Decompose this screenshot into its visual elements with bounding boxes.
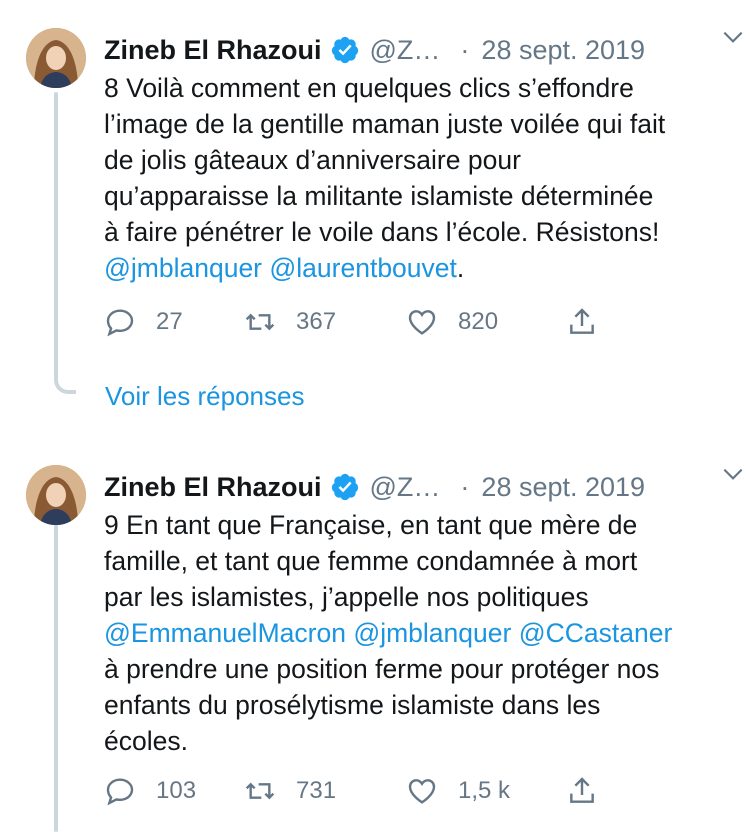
mention-link[interactable]: @CCastaner: [519, 618, 673, 648]
thread-connector-line: [54, 92, 58, 370]
author-name[interactable]: Zineb El Rhazoui: [104, 30, 322, 70]
mention-link[interactable]: @laurentbouvet: [269, 253, 457, 283]
reply-icon: [106, 309, 134, 337]
mention-link[interactable]: @jmblanquer: [353, 618, 511, 648]
tweet-actions: 27 367 820: [104, 302, 624, 342]
verified-badge-icon: [330, 472, 360, 502]
tweet-text-line: @EmmanuelMacron @jmblanquer @CCastaner: [104, 615, 724, 651]
tweet-text-segment: famille, et tant que femme condamnée à m…: [104, 546, 638, 576]
reply-count: 103: [156, 777, 197, 804]
retweet-button[interactable]: 367: [244, 302, 336, 342]
tweet-text-segment: 8 Voilà comment en quelques clics s’effo…: [104, 73, 634, 103]
like-button[interactable]: 1,5 k: [406, 771, 510, 811]
reply-count: 27: [156, 308, 183, 335]
tweet-text-segment: .: [456, 253, 465, 283]
reply-button[interactable]: 103: [104, 771, 196, 811]
like-count: 820: [458, 308, 499, 335]
thread-connector-line-lower: [54, 522, 58, 832]
thread-connector-curve: [54, 360, 76, 394]
tweet-text-segment: par les islamistes, j’appelle nos politi…: [104, 582, 589, 612]
tweet-text-line: à prendre une position ferme pour protég…: [104, 651, 724, 687]
tweet-text-line: qu’apparaisse la militante islamiste dét…: [104, 178, 724, 214]
chevron-down-icon[interactable]: [720, 24, 746, 50]
tweet-text-line: famille, et tant que femme condamnée à m…: [104, 543, 724, 579]
like-icon: [408, 310, 436, 335]
author-handle[interactable]: @Z…: [370, 30, 441, 70]
tweet-text: 9 En tant que Française, en tant que mèr…: [104, 507, 724, 759]
tweet-text-segment: enfants du prosélytisme islamiste dans l…: [104, 690, 601, 720]
tweet-text-line: enfants du prosélytisme islamiste dans l…: [104, 687, 724, 723]
retweet-button[interactable]: 731: [244, 771, 336, 811]
tweet-header: Zineb El Rhazoui @Z… · 28 sept. 2019: [104, 467, 724, 507]
tweet-text: 8 Voilà comment en quelques clics s’effo…: [104, 70, 724, 286]
tweet-header: Zineb El Rhazoui @Z… · 28 sept. 2019: [104, 30, 724, 70]
tweet-text-line: 8 Voilà comment en quelques clics s’effo…: [104, 70, 724, 106]
author-name[interactable]: Zineb El Rhazoui: [104, 467, 322, 507]
separator-dot: ·: [460, 35, 470, 65]
tweet-text-line: 9 En tant que Française, en tant que mèr…: [104, 507, 724, 543]
share-button[interactable]: [566, 302, 618, 342]
share-button[interactable]: [566, 771, 618, 811]
tweet-text-line: par les islamistes, j’appelle nos politi…: [104, 579, 724, 615]
tweet-text-segment: l’image de la gentille maman juste voilé…: [104, 109, 666, 139]
tweet-text-segment: à prendre une position ferme pour protég…: [104, 654, 660, 684]
tweet-text-segment: qu’apparaisse la militante islamiste dét…: [104, 181, 654, 211]
retweet-icon: [245, 313, 275, 331]
mention-link[interactable]: @EmmanuelMacron: [104, 618, 346, 648]
reply-icon: [106, 778, 134, 806]
tweet-actions: 103 731 1,5 k: [104, 771, 624, 811]
tweet-text-segment: à faire pénétrer le voile dans l’école. …: [104, 217, 660, 247]
tweet-text-segment: de jolis gâteaux d’anniversaire pour: [104, 145, 521, 175]
verified-badge-icon: [330, 35, 360, 65]
tweet-date[interactable]: 28 sept. 2019: [481, 30, 645, 70]
retweet-count: 367: [296, 308, 337, 335]
tweet-text-line: l’image de la gentille maman juste voilé…: [104, 106, 724, 142]
tweet-text-segment: [511, 618, 518, 648]
show-replies-link[interactable]: Voir les réponses: [105, 378, 304, 414]
avatar[interactable]: [26, 465, 86, 525]
chevron-down-icon[interactable]: [720, 461, 746, 487]
tweet-text-segment: 9 En tant que Française, en tant que mèr…: [104, 510, 638, 540]
tweet-date[interactable]: 28 sept. 2019: [481, 467, 645, 507]
retweet-icon: [245, 782, 275, 800]
like-count: 1,5 k: [458, 777, 511, 804]
tweet-text-line: de jolis gâteaux d’anniversaire pour: [104, 142, 724, 178]
share-icon: [570, 308, 594, 334]
like-icon: [408, 779, 436, 804]
reply-button[interactable]: 27: [104, 302, 183, 342]
tweet-text-line: à faire pénétrer le voile dans l’école. …: [104, 214, 724, 250]
tweet-text-segment: écoles.: [104, 726, 188, 756]
tweet-text-line: @jmblanquer @laurentbouvet.: [104, 250, 724, 286]
author-handle[interactable]: @Z…: [370, 467, 441, 507]
tweet-text-line: écoles.: [104, 723, 724, 759]
retweet-count: 731: [296, 777, 337, 804]
share-icon: [570, 777, 594, 803]
like-button[interactable]: 820: [406, 302, 498, 342]
separator-dot: ·: [460, 472, 470, 502]
avatar[interactable]: [26, 28, 86, 88]
mention-link[interactable]: @jmblanquer: [104, 253, 262, 283]
